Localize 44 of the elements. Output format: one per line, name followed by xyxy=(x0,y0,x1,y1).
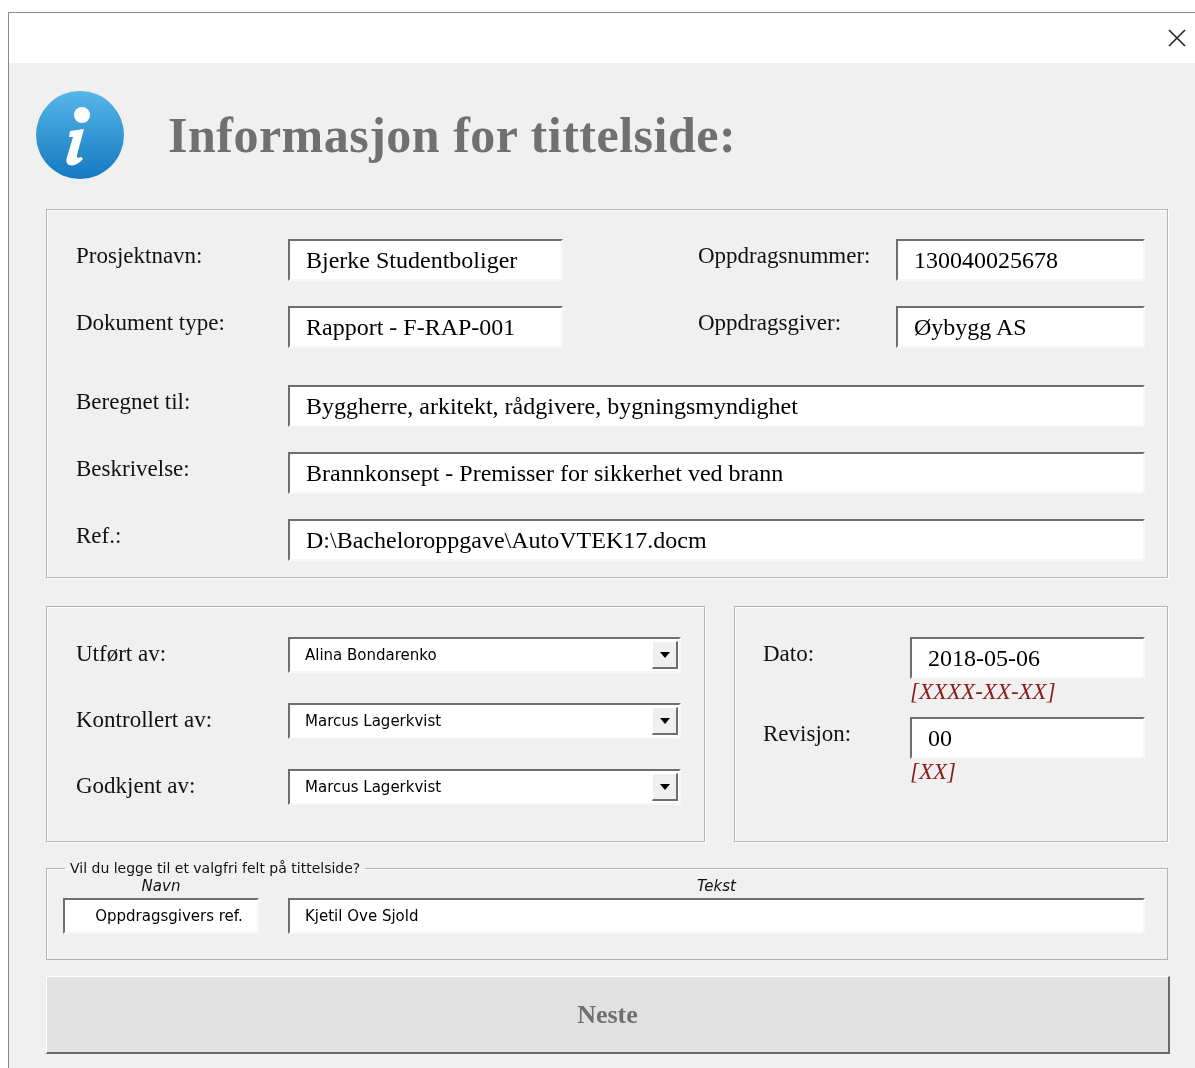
dropdown-button[interactable] xyxy=(652,641,678,669)
combo-box[interactable]: Alina Bondarenko xyxy=(288,637,681,673)
field-label: Oppdragsnummer: xyxy=(698,242,872,269)
input-field[interactable]: 2018-05-06 xyxy=(910,637,1145,679)
combo-input[interactable]: Marcus Lagerkvist xyxy=(290,771,652,803)
field-label: Prosjektnavn: xyxy=(76,242,204,269)
field-label: Oppdragsgiver: xyxy=(698,309,843,336)
input-field[interactable]: Rapport - F-RAP-001 xyxy=(288,306,563,348)
input-field[interactable]: Øybygg AS xyxy=(896,306,1145,348)
dropdown-button[interactable] xyxy=(652,707,678,735)
field-label: Revisjon: xyxy=(763,720,853,747)
combo-input[interactable]: Alina Bondarenko xyxy=(290,639,652,671)
caret-icon xyxy=(659,783,670,790)
field-label: Beregnet til: xyxy=(76,388,192,415)
input-field[interactable]: Brannkonsept - Premisser for sikkerhet ved brann xyxy=(288,452,1145,494)
field-label: Dokument type: xyxy=(76,309,226,336)
caret-icon xyxy=(659,717,670,724)
input-field[interactable]: Kjetil Ove Sjold xyxy=(288,898,1145,934)
field-label: Ref.: xyxy=(76,522,123,549)
column-header: Tekst xyxy=(697,876,736,896)
input-field[interactable]: Oppdragsgivers ref. xyxy=(63,898,259,934)
input-field[interactable]: 130040025678 xyxy=(896,239,1145,281)
input-field[interactable]: D:\Bacheloroppgave\AutoVTEK17.docm xyxy=(288,519,1145,561)
caret-icon xyxy=(659,651,670,658)
dropdown-button[interactable] xyxy=(652,773,678,801)
group-legend: Vil du legge til et valgfri felt på tittelside? xyxy=(65,860,366,876)
info-icon xyxy=(36,91,124,179)
format-hint: [XX] xyxy=(910,759,957,785)
dialog-heading: Informasjon for tittelside: xyxy=(168,106,737,164)
field-label: Kontrollert av: xyxy=(76,706,214,733)
close-icon xyxy=(1168,29,1186,47)
field-label: Utført av: xyxy=(76,640,168,667)
column-header: Navn xyxy=(141,876,181,896)
format-hint: [XXXX-XX-XX] xyxy=(910,679,1057,705)
input-field[interactable]: 00 xyxy=(910,717,1145,759)
input-field[interactable]: Bjerke Studentboliger xyxy=(288,239,563,281)
combo-box[interactable]: Marcus Lagerkvist xyxy=(288,703,681,739)
next-button[interactable]: Neste xyxy=(46,976,1170,1054)
field-label: Dato: xyxy=(763,640,816,667)
field-label: Godkjent av: xyxy=(76,772,197,799)
combo-input[interactable]: Marcus Lagerkvist xyxy=(290,705,652,737)
combo-box[interactable]: Marcus Lagerkvist xyxy=(288,769,681,805)
input-field[interactable]: Byggherre, arkitekt, rådgivere, bygningsmyndighet xyxy=(288,385,1145,427)
field-label: Beskrivelse: xyxy=(76,455,191,482)
